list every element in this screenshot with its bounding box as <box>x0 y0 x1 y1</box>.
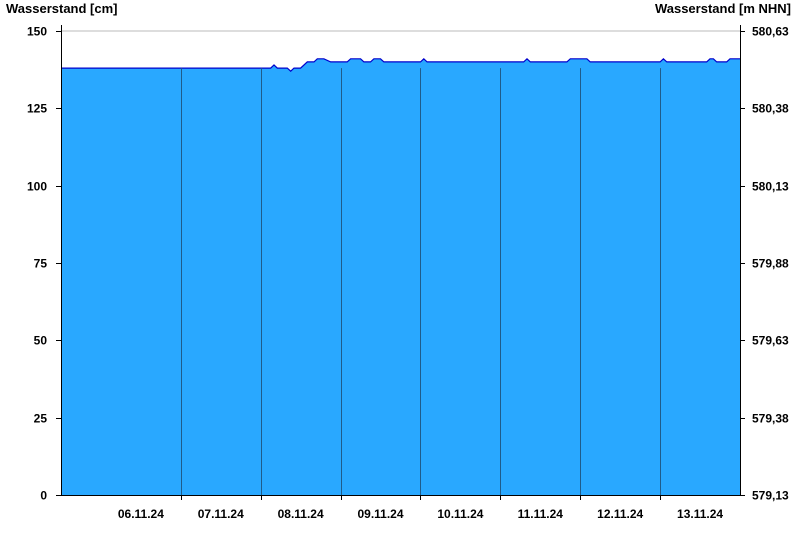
right-y-tick-label: 580,13 <box>752 180 789 194</box>
right-y-tick-label: 580,63 <box>752 25 789 39</box>
left-y-tick-label: 0 <box>40 489 47 503</box>
x-tick-label: 12.11.24 <box>597 507 643 521</box>
x-tick-label: 07.11.24 <box>198 507 244 521</box>
x-tick-label: 10.11.24 <box>437 507 483 521</box>
right-y-tick-label: 579,63 <box>752 334 789 348</box>
right-axis-title: Wasserstand [m NHN] <box>655 1 791 16</box>
right-y-tick-label: 579,13 <box>752 489 789 503</box>
left-y-tick-label: 50 <box>34 334 48 348</box>
left-y-tick-label: 125 <box>27 102 47 116</box>
left-y-tick-label: 150 <box>27 25 47 39</box>
left-axis-title: Wasserstand [cm] <box>6 1 118 16</box>
x-tick-label: 08.11.24 <box>278 507 324 521</box>
x-tick-label: 11.11.24 <box>518 507 564 521</box>
left-y-tick-label: 100 <box>27 180 47 194</box>
x-tick-label: 09.11.24 <box>357 507 403 521</box>
right-y-tick-label: 580,38 <box>752 102 789 116</box>
right-y-tick-label: 579,38 <box>752 412 789 426</box>
left-y-tick-label: 25 <box>34 412 48 426</box>
x-tick-label: 13.11.24 <box>677 507 723 521</box>
plot-area: 0 25 50 75 100 125 150 579,13 579,38 579,63 579,88… <box>27 25 789 522</box>
water-level-chart: Wasserstand [cm] Wasserstand [m NHN] 0 25… <box>6 1 791 522</box>
right-y-tick-label: 579,88 <box>752 257 789 271</box>
series-area-fill <box>61 58 740 496</box>
left-y-tick-label: 75 <box>34 257 48 271</box>
x-tick-label: 06.11.24 <box>118 507 164 521</box>
